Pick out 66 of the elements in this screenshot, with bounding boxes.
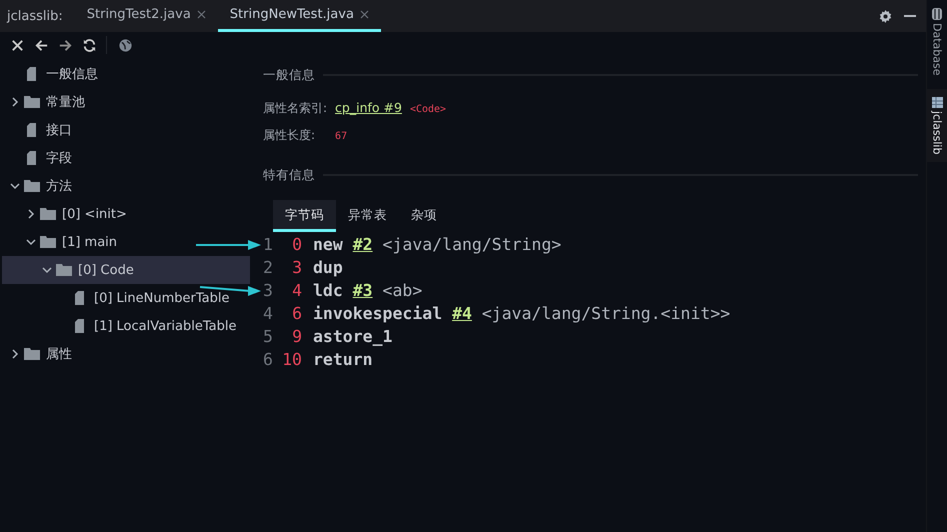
link[interactable]: cp_info #9 xyxy=(335,100,402,115)
arrow xyxy=(196,240,261,250)
line-number: 3 xyxy=(263,280,274,302)
tree-item[interactable]: 字段 xyxy=(2,144,250,172)
offset: 10 xyxy=(281,349,302,371)
back-arrow-icon[interactable] xyxy=(34,38,49,52)
folder-icon xyxy=(40,207,56,221)
folder-icon xyxy=(24,95,40,109)
instruction-argument: <java/lang/String.<init>> xyxy=(482,303,730,325)
field-note: <Code> xyxy=(410,104,446,115)
line-number: 5 xyxy=(263,326,274,348)
instruction-argument: <ab> xyxy=(382,280,422,302)
folder-icon xyxy=(40,235,56,249)
offset: 9 xyxy=(291,326,302,348)
minimize-icon[interactable] xyxy=(904,14,916,18)
database-icon xyxy=(932,8,942,20)
offset: 6 xyxy=(291,303,302,325)
tab[interactable]: 异常表 xyxy=(336,200,399,232)
field-value: 67 xyxy=(335,131,348,142)
section-title: 一般信息 xyxy=(263,66,315,84)
editor-tab[interactable]: StringNewTest.java xyxy=(218,0,381,32)
folder-icon xyxy=(56,263,72,277)
tree-item[interactable]: 接口 xyxy=(2,116,250,144)
tree-item[interactable]: [1] LocalVariableTable xyxy=(2,312,250,340)
instruction: return xyxy=(313,349,373,371)
settings-icon[interactable] xyxy=(879,10,892,22)
table-icon xyxy=(932,96,942,108)
instruction: ldc xyxy=(313,280,343,302)
line-number: 1 xyxy=(263,234,274,256)
tree-item[interactable]: 一般信息 xyxy=(2,60,250,88)
offset: 3 xyxy=(291,257,302,279)
instruction: dup xyxy=(313,257,343,279)
close-icon[interactable] xyxy=(10,38,25,52)
constant-link[interactable]: #4 xyxy=(452,302,472,325)
side-tab[interactable]: jclasslib xyxy=(927,88,947,162)
tab[interactable]: 杂项 xyxy=(399,200,449,232)
field-label: 属性名索引: xyxy=(263,100,328,117)
folder-icon xyxy=(24,347,40,361)
field-label: 属性长度: xyxy=(263,127,316,144)
refresh-icon[interactable] xyxy=(82,38,97,52)
section-title: 特有信息 xyxy=(263,166,315,184)
line-number: 4 xyxy=(263,303,274,325)
tree-item[interactable]: [0] LineNumberTable xyxy=(2,284,250,312)
offset: 4 xyxy=(291,280,302,302)
editor-tab[interactable]: StringTest2.java xyxy=(74,0,218,32)
tool-window-label: jclasslib: xyxy=(6,8,64,26)
forward-arrow-icon[interactable] xyxy=(58,38,73,52)
tree-item[interactable]: [1] main xyxy=(2,228,250,256)
instruction: invokespecial xyxy=(313,303,442,325)
tree-item[interactable]: [0] <init> xyxy=(2,200,250,228)
tab[interactable]: 字节码 xyxy=(273,200,336,232)
instruction: new xyxy=(313,234,343,256)
line-number: 6 xyxy=(263,349,274,371)
tree-item[interactable]: 属性 xyxy=(2,340,250,368)
tree-item[interactable]: [0] Code xyxy=(2,256,250,284)
side-tab[interactable]: Database xyxy=(927,0,947,84)
instruction-argument: <java/lang/String> xyxy=(382,234,562,256)
offset: 0 xyxy=(291,234,302,256)
constant-link[interactable]: #2 xyxy=(352,233,373,256)
tree-item[interactable]: 方法 xyxy=(2,172,250,200)
constant-link[interactable]: #3 xyxy=(352,279,373,302)
folder-icon xyxy=(24,179,40,193)
line-number: 2 xyxy=(263,257,274,279)
globe-icon[interactable] xyxy=(118,38,133,52)
tree-item[interactable]: 常量池 xyxy=(2,88,250,116)
instruction: astore_1 xyxy=(313,326,392,348)
